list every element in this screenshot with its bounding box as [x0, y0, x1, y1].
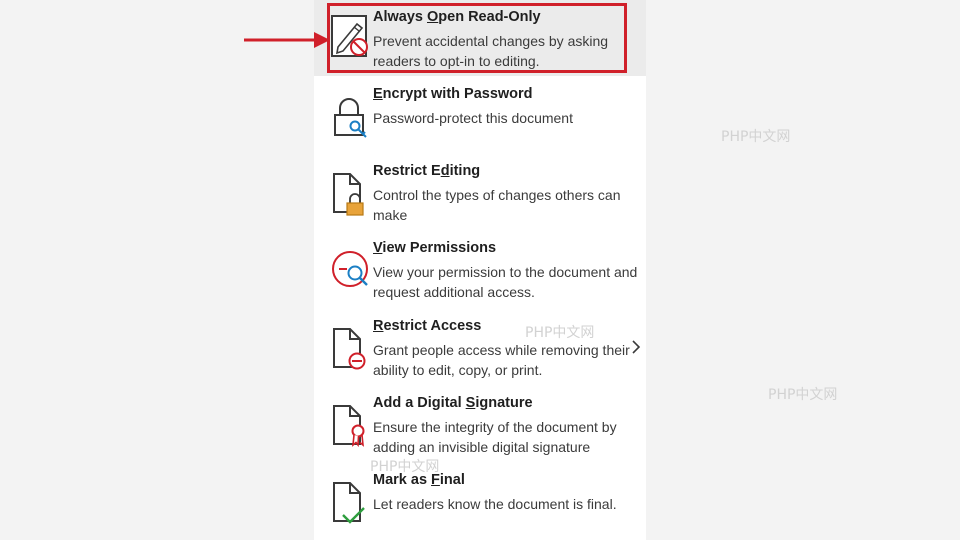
menu-item-title: Encrypt with Password [373, 86, 533, 102]
menu-item-encrypt-with-password[interactable]: Encrypt with Password Password-protect t… [314, 77, 646, 153]
menu-item-always-open-read-only[interactable]: Always Open Read-Only Prevent accidental… [314, 0, 646, 76]
chevron-right-icon[interactable] [630, 339, 642, 355]
document-lock-icon [333, 173, 364, 216]
red-arrow-icon [244, 32, 330, 48]
pencil-blocked-icon [331, 15, 368, 57]
menu-item-description: Password-protect this document [373, 110, 573, 126]
menu-item-description: Control the types of changes others can … [373, 187, 621, 223]
magnifier-permissions-icon [332, 251, 368, 287]
padlock-key-icon [334, 98, 367, 138]
menu-item-title: Mark as Final [373, 472, 465, 488]
menu-item-mark-as-final[interactable]: Mark as Final Let readers know the docum… [314, 463, 646, 539]
watermark-1: PHP中文网 [721, 129, 791, 145]
menu-item-description: Prevent accidental changes by asking rea… [373, 33, 609, 69]
menu-item-title: Always Open Read-Only [373, 9, 541, 25]
menu-item-description: Ensure the integrity of the document by … [373, 419, 617, 455]
document-ribbon-icon [333, 405, 365, 448]
menu-item-restrict-access[interactable]: Restrict Access Grant people access whil… [314, 309, 646, 385]
menu-item-title: Restrict Editing [373, 163, 481, 179]
menu-item-title: View Permissions [373, 240, 497, 256]
menu-item-title: Add a Digital Signature [373, 395, 533, 411]
menu-item-description: View your permission to the document and… [373, 264, 638, 300]
menu-item-add-digital-signature[interactable]: Add a Digital Signature Ensure the integ… [314, 386, 646, 462]
watermark-3: PHP中文网 [768, 387, 838, 403]
menu-item-restrict-editing[interactable]: Restrict Editing Control the types of ch… [314, 154, 646, 230]
document-restricted-icon [333, 328, 366, 370]
menu-item-title: Restrict Access [373, 318, 482, 334]
menu-item-description: Let readers know the document is final. [373, 496, 617, 512]
menu-item-description: Grant people access while removing their… [373, 342, 630, 378]
menu-item-view-permissions[interactable]: View Permissions View your permission to… [314, 231, 646, 307]
document-checkmark-icon [333, 482, 365, 524]
